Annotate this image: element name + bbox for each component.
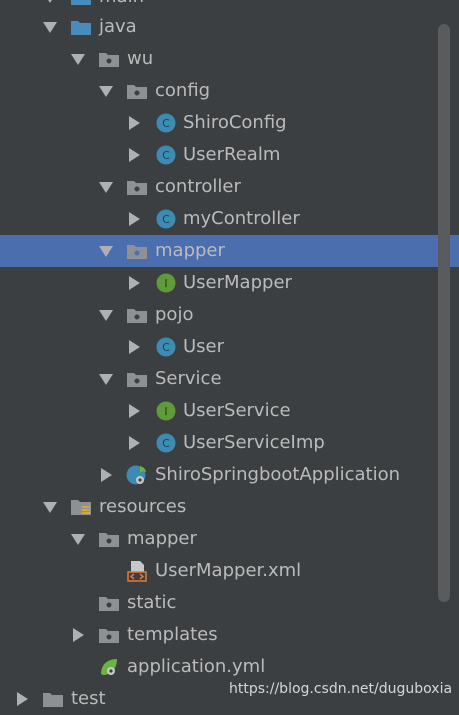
expand-arrow-icon[interactable] <box>42 0 58 5</box>
class-icon: C <box>155 336 177 358</box>
tree-node-label: application.yml <box>127 656 266 677</box>
expand-arrow-icon[interactable] <box>70 531 86 547</box>
tree-node-label: UserServiceImp <box>183 432 325 453</box>
tree-node-label: wu <box>127 48 154 69</box>
expand-arrow-icon[interactable] <box>98 307 114 323</box>
expand-arrow-icon[interactable] <box>98 371 114 387</box>
tree-node-label: User <box>183 336 225 357</box>
source-folder-icon <box>70 0 92 8</box>
tree-row-usermapper-xml[interactable]: UserMapper.xml <box>0 555 459 587</box>
tree-row-static[interactable]: static <box>0 587 459 619</box>
collapse-arrow-icon[interactable] <box>98 467 114 483</box>
tree-node-label: config <box>155 80 211 101</box>
tree-node-label: mapper <box>127 528 197 549</box>
tree-node-label: mapper <box>155 240 225 261</box>
expand-arrow-icon[interactable] <box>98 243 114 259</box>
tree-row-shirospringbootapplication[interactable]: ShiroSpringbootApplication <box>0 459 459 491</box>
expand-arrow-icon[interactable] <box>42 499 58 515</box>
collapse-arrow-icon[interactable] <box>70 627 86 643</box>
tree-row-application-yml[interactable]: application.yml <box>0 651 459 683</box>
tree-row-mycontroller[interactable]: C myController <box>0 203 459 235</box>
svg-text:I: I <box>164 405 167 418</box>
collapse-arrow-icon[interactable] <box>126 147 142 163</box>
tree-row-service[interactable]: Service <box>0 363 459 395</box>
tree-row-pojo[interactable]: pojo <box>0 299 459 331</box>
project-tree: main java wu config C ShiroConfig <box>0 0 459 711</box>
svg-text:I: I <box>164 277 167 290</box>
collapse-arrow-icon[interactable] <box>126 275 142 291</box>
tree-row-controller[interactable]: controller <box>0 171 459 203</box>
package-icon <box>98 48 120 70</box>
svg-text:C: C <box>162 213 170 226</box>
class-icon: C <box>155 144 177 166</box>
package-icon <box>126 240 148 262</box>
tree-node-label: Service <box>155 368 222 389</box>
interface-icon: I <box>155 400 177 422</box>
tree-row-user[interactable]: C User <box>0 331 459 363</box>
svg-text:C: C <box>162 117 170 130</box>
collapse-arrow-icon[interactable] <box>126 211 142 227</box>
svg-text:C: C <box>162 149 170 162</box>
spring-config-file-icon <box>98 656 120 678</box>
collapse-arrow-icon[interactable] <box>14 691 30 707</box>
spring-boot-class-icon <box>126 464 148 486</box>
tree-row-resources-mapper[interactable]: mapper <box>0 523 459 555</box>
package-icon <box>126 176 148 198</box>
class-icon: C <box>155 112 177 134</box>
tree-node-label: pojo <box>155 304 194 325</box>
tree-row-config[interactable]: config <box>0 75 459 107</box>
tree-node-label: UserMapper.xml <box>155 560 302 581</box>
tree-node-label: controller <box>155 176 241 197</box>
tree-row-wu[interactable]: wu <box>0 43 459 75</box>
package-icon <box>98 624 120 646</box>
resources-folder-icon <box>70 496 92 518</box>
tree-node-label: ShiroConfig <box>183 112 287 133</box>
source-folder-icon <box>70 16 92 38</box>
class-icon: C <box>155 208 177 230</box>
tree-row-java[interactable]: java <box>0 11 459 43</box>
tree-row-mapper-selected[interactable]: mapper <box>0 235 459 267</box>
xml-file-icon <box>126 560 148 582</box>
tree-node-label: UserRealm <box>183 144 281 165</box>
folder-icon <box>42 688 64 710</box>
svg-text:C: C <box>162 341 170 354</box>
expand-arrow-icon[interactable] <box>42 19 58 35</box>
svg-text:C: C <box>162 437 170 450</box>
tree-row-templates[interactable]: templates <box>0 619 459 651</box>
tree-row-shiroconfig[interactable]: C ShiroConfig <box>0 107 459 139</box>
tree-node-label: UserMapper <box>183 272 292 293</box>
package-icon <box>126 80 148 102</box>
collapse-arrow-icon[interactable] <box>126 403 142 419</box>
collapse-arrow-icon[interactable] <box>126 435 142 451</box>
tree-row-usermapper[interactable]: I UserMapper <box>0 267 459 299</box>
expand-arrow-icon[interactable] <box>98 83 114 99</box>
tree-node-label: test <box>71 688 106 709</box>
tree-node-label: resources <box>99 496 187 517</box>
package-icon <box>98 592 120 614</box>
tree-row-userrealm[interactable]: C UserRealm <box>0 139 459 171</box>
tree-node-label: main <box>99 0 144 9</box>
collapse-arrow-icon[interactable] <box>126 339 142 355</box>
tree-node-label: java <box>99 16 137 37</box>
vertical-scrollbar[interactable] <box>438 24 450 602</box>
tree-row-userserviceimp[interactable]: C UserServiceImp <box>0 427 459 459</box>
tree-node-label: templates <box>127 624 218 645</box>
package-icon <box>126 368 148 390</box>
expand-arrow-icon[interactable] <box>70 51 86 67</box>
tree-node-label: UserService <box>183 400 291 421</box>
package-icon <box>126 304 148 326</box>
tree-node-label: myController <box>183 208 300 229</box>
package-icon <box>98 528 120 550</box>
expand-arrow-icon[interactable] <box>98 179 114 195</box>
class-icon: C <box>155 432 177 454</box>
watermark-url: https://blog.csdn.net/duguboxia <box>229 681 453 697</box>
tree-row-resources[interactable]: resources <box>0 491 459 523</box>
interface-icon: I <box>155 272 177 294</box>
tree-row-userservice[interactable]: I UserService <box>0 395 459 427</box>
tree-node-label: ShiroSpringbootApplication <box>155 464 401 485</box>
tree-node-label: static <box>127 592 177 613</box>
collapse-arrow-icon[interactable] <box>126 115 142 131</box>
